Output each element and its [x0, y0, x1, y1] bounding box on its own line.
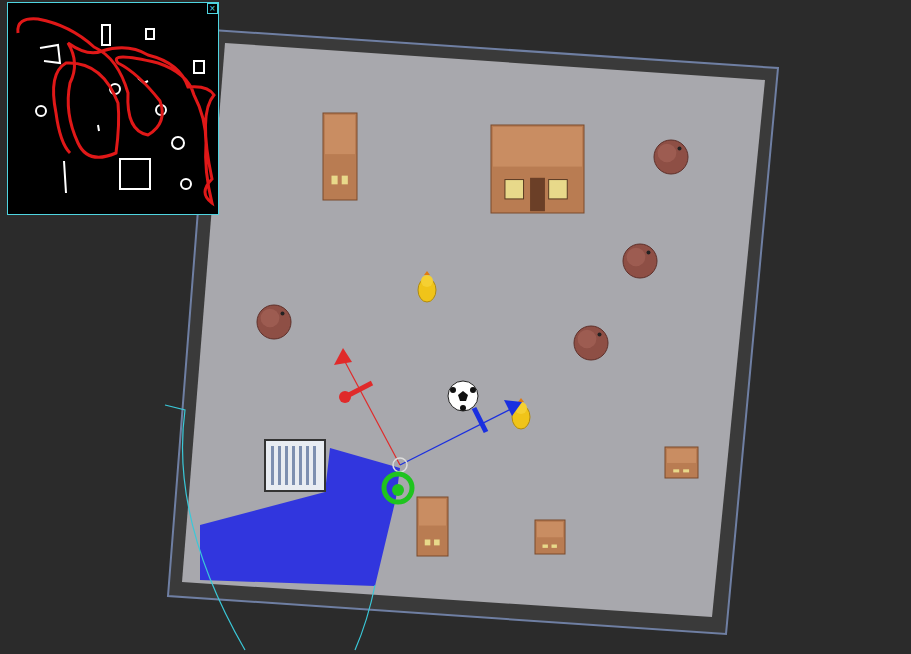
- pot-model: [574, 326, 608, 360]
- z-ring-icon[interactable]: [384, 474, 412, 502]
- floor: [182, 43, 765, 617]
- robot-axes[interactable]: [334, 348, 522, 502]
- floor-border: [168, 30, 778, 634]
- duck-model: [418, 271, 436, 302]
- x-arrow-icon[interactable]: [334, 348, 352, 365]
- simulator-view: ×: [0, 0, 911, 654]
- tall-box-model: [417, 497, 448, 556]
- y-arrow-icon[interactable]: [504, 400, 522, 416]
- house-model: [491, 125, 584, 213]
- pot-model: [257, 305, 291, 339]
- trajectory: [18, 19, 214, 203]
- cabinet-model: [323, 113, 357, 200]
- small-box-model: [535, 520, 565, 554]
- camera-frustum: [165, 405, 375, 650]
- soccer-ball-model: [448, 381, 478, 411]
- shelf-model: [265, 440, 325, 491]
- minimap: ×: [7, 2, 219, 215]
- pot-model: [654, 140, 688, 174]
- minimap-map: [8, 3, 218, 214]
- minimap-close-button[interactable]: ×: [207, 3, 218, 14]
- pot-model: [623, 244, 657, 278]
- small-box-model: [665, 447, 698, 478]
